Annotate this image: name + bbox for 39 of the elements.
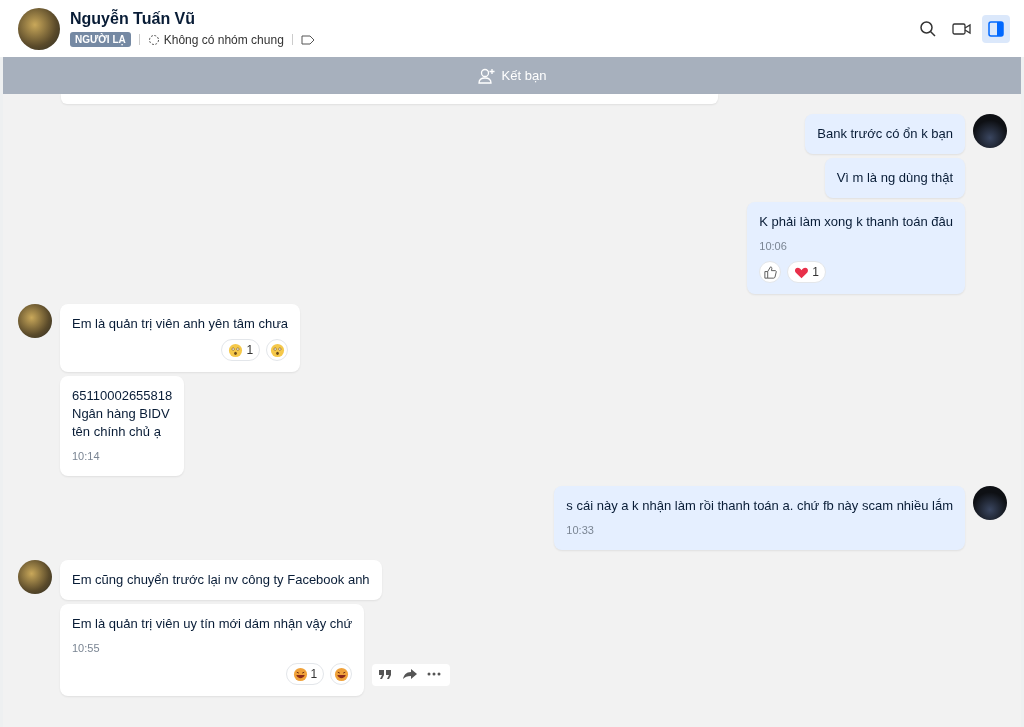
reaction-button[interactable]: 1 [787, 261, 826, 283]
add-person-icon [477, 67, 496, 84]
message-text: Em là quản trị viên uy tín mới dám nhận vậy chứ [72, 615, 353, 633]
group-icon [147, 33, 160, 46]
surprised-face-icon [228, 342, 244, 358]
surprised-face-icon [269, 342, 285, 358]
avatar[interactable] [18, 560, 52, 594]
avatar[interactable] [973, 114, 1007, 148]
video-camera-icon [952, 21, 972, 36]
message-time: 10:14 [72, 449, 101, 464]
message-text: K phải làm xong k thanh toán đâu [759, 213, 953, 231]
message-time: 10:33 [566, 523, 595, 538]
avatar[interactable] [973, 486, 1007, 520]
message-text: Bank trước có ổn k bạn [817, 125, 953, 143]
avatar[interactable] [18, 304, 52, 338]
stranger-label: NGƯỜI LẠ [70, 32, 131, 47]
message-text: Vì m là ng dùng thật [836, 169, 953, 187]
quote-icon [378, 668, 393, 680]
message-text: Em là quản trị viên anh yên tâm chưa [72, 315, 289, 333]
thumbs-up-icon [762, 264, 778, 280]
sidebar-toggle-button[interactable] [982, 14, 1010, 43]
message-text: s cái này a k nhận làm rồi thanh toán a. chứ fb này scam nhiều lắm [566, 497, 953, 515]
mutual-groups: Không có nhóm chung [163, 32, 284, 47]
avatar[interactable] [18, 7, 60, 50]
search-icon [919, 19, 937, 38]
message-text: 65110002655818 Ngân hàng BIDV tên chính chủ ạ [72, 387, 173, 441]
reaction-button[interactable]: 1 [221, 339, 261, 361]
laughing-face-icon [333, 666, 349, 682]
laughing-face-icon [292, 666, 308, 682]
message-text: Em cũng chuyển trước lại nv công ty Facebook anh [72, 571, 370, 589]
message-time: 10:55 [72, 641, 101, 656]
sidebar-icon [988, 20, 1004, 37]
forward-icon [402, 668, 419, 680]
contact-name: Nguyễn Tuấn Vũ [70, 10, 197, 28]
tag-icon[interactable] [300, 34, 315, 45]
message-time: 10:06 [759, 239, 788, 254]
reaction-button[interactable] [330, 663, 353, 685]
reaction-button[interactable]: 1 [285, 663, 325, 685]
reaction-button[interactable] [759, 261, 782, 283]
